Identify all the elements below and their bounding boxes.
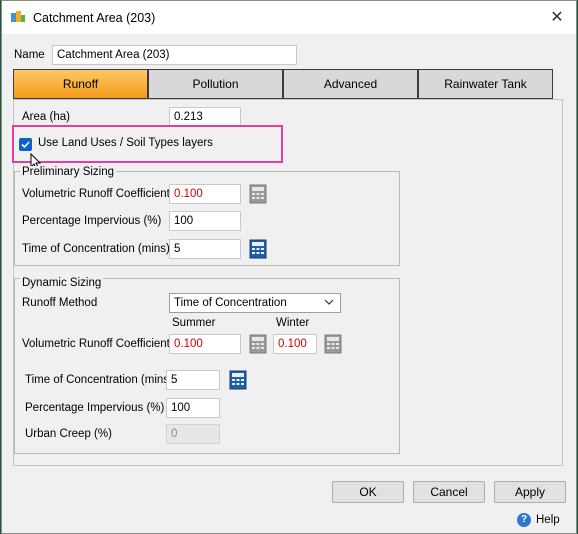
prelim-vrc-label: Volumetric Runoff Coefficient	[22, 188, 170, 200]
dynamic-vrc-label: Volumetric Runoff Coefficient	[22, 338, 170, 350]
runoff-method-value: Time of Concentration	[174, 297, 287, 309]
close-icon: ✕	[550, 9, 564, 26]
help-icon: ?	[517, 513, 531, 527]
chevron-down-icon	[324, 299, 334, 305]
window-title: Catchment Area (203)	[33, 11, 156, 25]
checkmark-icon	[21, 141, 30, 149]
use-layers-checkbox[interactable]	[19, 138, 32, 151]
dynamic-pi-input[interactable]: 100	[166, 398, 220, 418]
dynamic-toc-label: Time of Concentration (mins)	[25, 374, 173, 386]
urban-creep-input: 0	[166, 424, 220, 444]
name-input[interactable]: Catchment Area (203)	[52, 45, 297, 65]
preliminary-sizing-title: Preliminary Sizing	[20, 166, 117, 178]
calculator-icon[interactable]	[324, 334, 342, 354]
runoff-method-label: Runoff Method	[22, 297, 98, 309]
tab-strip: Runoff Pollution Advanced Rainwater Tank	[13, 69, 553, 99]
dynamic-vrc-summer-input[interactable]: 0.100	[169, 334, 241, 354]
prelim-toc-label: Time of Concentration (mins)	[22, 243, 170, 255]
tab-pollution[interactable]: Pollution	[148, 69, 283, 99]
dynamic-pi-label: Percentage Impervious (%)	[25, 402, 165, 414]
prelim-pi-input[interactable]: 100	[169, 211, 241, 231]
catchment-dialog: Catchment Area (203) ✕ Name Catchment Ar…	[1, 0, 577, 534]
prelim-vrc-input[interactable]: 0.100	[169, 184, 241, 204]
close-button[interactable]: ✕	[544, 6, 570, 30]
summer-label: Summer	[172, 317, 216, 329]
tab-runoff[interactable]: Runoff	[13, 69, 148, 99]
tab-rainwater-tank[interactable]: Rainwater Tank	[418, 69, 553, 99]
apply-button[interactable]: Apply	[494, 481, 566, 503]
area-label: Area (ha)	[22, 111, 70, 123]
prelim-toc-input[interactable]: 5	[169, 239, 241, 259]
prelim-pi-label: Percentage Impervious (%)	[22, 215, 162, 227]
calculator-icon[interactable]	[249, 184, 267, 204]
calculator-icon[interactable]	[229, 370, 247, 390]
calculator-icon[interactable]	[249, 239, 267, 259]
dynamic-toc-input[interactable]: 5	[166, 370, 220, 390]
dynamic-vrc-winter-input[interactable]: 0.100	[273, 334, 317, 354]
name-label: Name	[14, 49, 45, 61]
ok-button[interactable]: OK	[332, 481, 404, 503]
calculator-icon[interactable]	[249, 334, 267, 354]
dynamic-sizing-title: Dynamic Sizing	[20, 277, 104, 289]
cancel-button[interactable]: Cancel	[413, 481, 485, 503]
use-layers-label[interactable]: Use Land Uses / Soil Types layers	[38, 137, 213, 149]
runoff-method-select[interactable]: Time of Concentration	[169, 293, 341, 313]
tab-advanced[interactable]: Advanced	[283, 69, 418, 99]
area-input[interactable]: 0.213	[169, 107, 241, 127]
urban-creep-label: Urban Creep (%)	[25, 428, 112, 440]
winter-label: Winter	[276, 317, 310, 329]
title-bar: Catchment Area (203) ✕	[2, 1, 576, 34]
app-icon	[11, 11, 25, 22]
help-label: Help	[536, 514, 560, 526]
